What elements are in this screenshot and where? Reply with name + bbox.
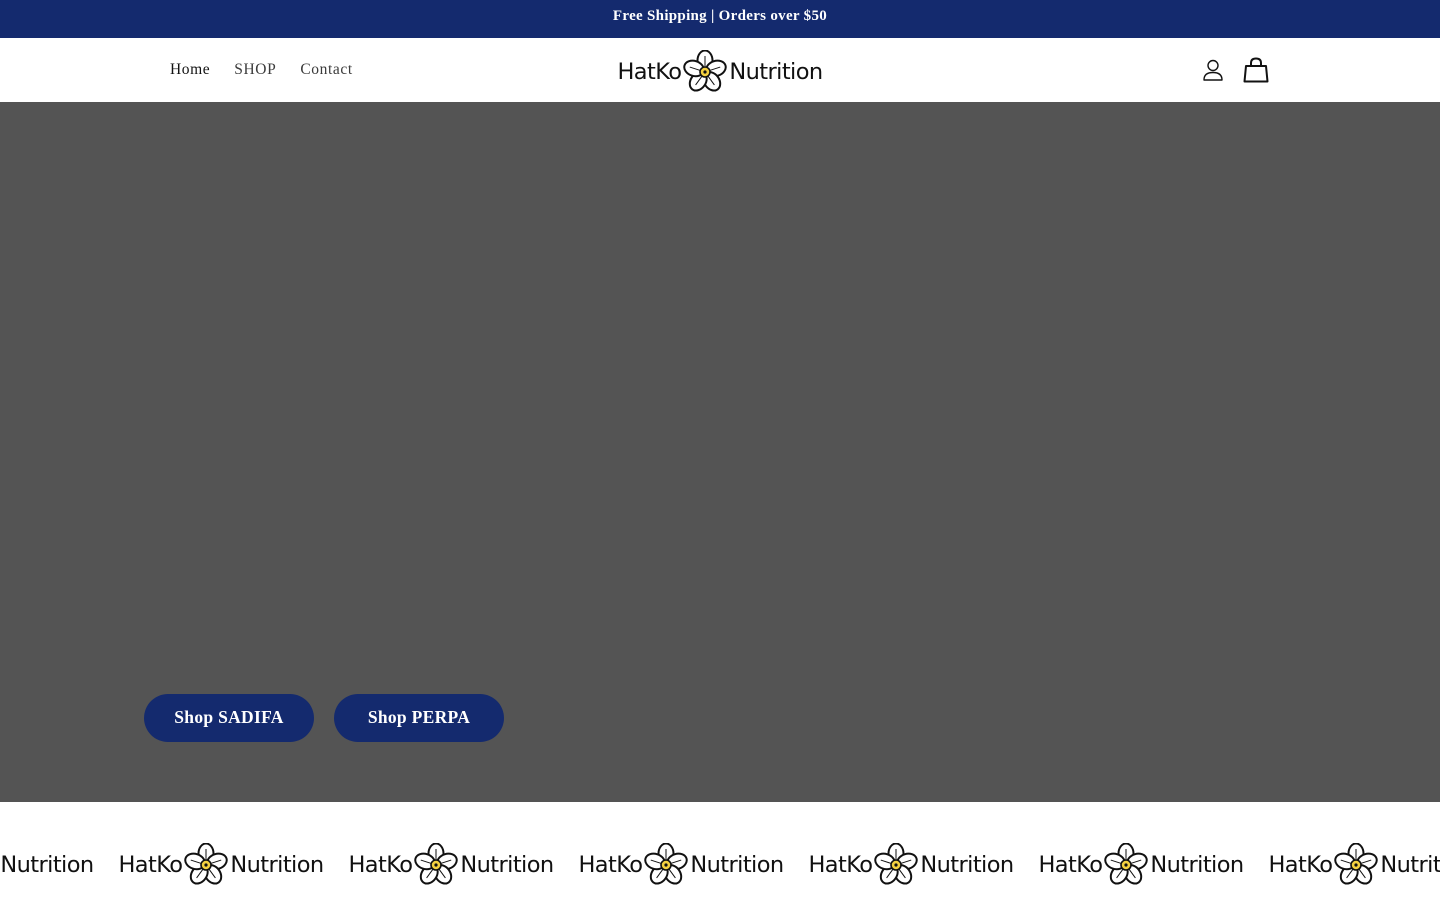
account-icon	[1203, 59, 1223, 81]
flower-logo-icon	[874, 843, 919, 887]
marquee-logo-text-left: HatKo	[578, 851, 643, 878]
flower-logo-icon	[1334, 843, 1379, 887]
header-icons	[1200, 38, 1270, 102]
nav-contact[interactable]: Contact	[288, 61, 364, 79]
marquee-logo-text-left: HatKo	[808, 851, 873, 878]
hero-buttons: Shop SADIFA Shop PERPA	[144, 694, 504, 742]
cart-icon	[1243, 57, 1269, 83]
marquee-logo-text-right: Nutrition	[460, 851, 554, 878]
marquee-logo: HatKo Nutrition	[1026, 842, 1256, 888]
marquee-logo-text-right: Nutrition	[690, 851, 784, 878]
marquee-logo-text-left: HatKo	[348, 851, 413, 878]
account-button[interactable]	[1200, 56, 1226, 84]
hero-banner: Shop SADIFA Shop PERPA	[0, 102, 1440, 802]
logo-marquee: HatKo Nutrition HatKo Nutrition HatKo Nutriti…	[0, 802, 1440, 900]
marquee-logo-text-right: Nutrition	[920, 851, 1014, 878]
marquee-logo: HatKoNutrition	[0, 842, 106, 888]
marquee-logo: HatKo Nutrition	[796, 842, 1026, 888]
marquee-logo-text-right: Nutrition	[0, 851, 94, 878]
flower-logo-icon	[1104, 843, 1149, 887]
marquee-track: HatKo Nutrition HatKo Nutrition HatKo Nutriti…	[0, 842, 1440, 888]
main-nav: Home SHOP Contact	[158, 38, 365, 102]
marquee-logo: HatKo Nutrition	[1256, 842, 1440, 888]
marquee-logo-text-left: HatKo	[1268, 851, 1333, 878]
nav-home[interactable]: Home	[158, 61, 222, 79]
shop-perpa-button[interactable]: Shop PERPA	[334, 694, 504, 742]
site-logo[interactable]: HatKo Nutrition	[614, 48, 826, 96]
shop-sadifa-button[interactable]: Shop SADIFA	[144, 694, 314, 742]
marquee-logo-text-right: Nutrition	[1380, 851, 1440, 878]
nav-shop[interactable]: SHOP	[222, 61, 288, 79]
logo-text-right: Nutrition	[729, 58, 823, 85]
marquee-logo-text-right: Nutrition	[230, 851, 324, 878]
marquee-logo: HatKo Nutrition	[106, 842, 336, 888]
flower-logo-icon	[683, 50, 728, 94]
marquee-logo: HatKo Nutrition	[336, 842, 566, 888]
flower-logo-icon	[414, 843, 459, 887]
logo-text-left: HatKo	[617, 58, 682, 85]
marquee-logo-text-left: HatKo	[118, 851, 183, 878]
cart-button[interactable]	[1242, 56, 1270, 84]
marquee-logo: HatKo Nutrition	[566, 842, 796, 888]
flower-logo-icon	[184, 843, 229, 887]
site-header: Home SHOP Contact HatKo Nutrition	[0, 38, 1440, 102]
announcement-text: Free Shipping | Orders over $50	[612, 8, 828, 24]
marquee-logo-text-left: HatKo	[1038, 851, 1103, 878]
announcement-bar: Free Shipping | Orders over $50	[0, 0, 1440, 38]
marquee-logo-text-right: Nutrition	[1150, 851, 1244, 878]
flower-logo-icon	[644, 843, 689, 887]
